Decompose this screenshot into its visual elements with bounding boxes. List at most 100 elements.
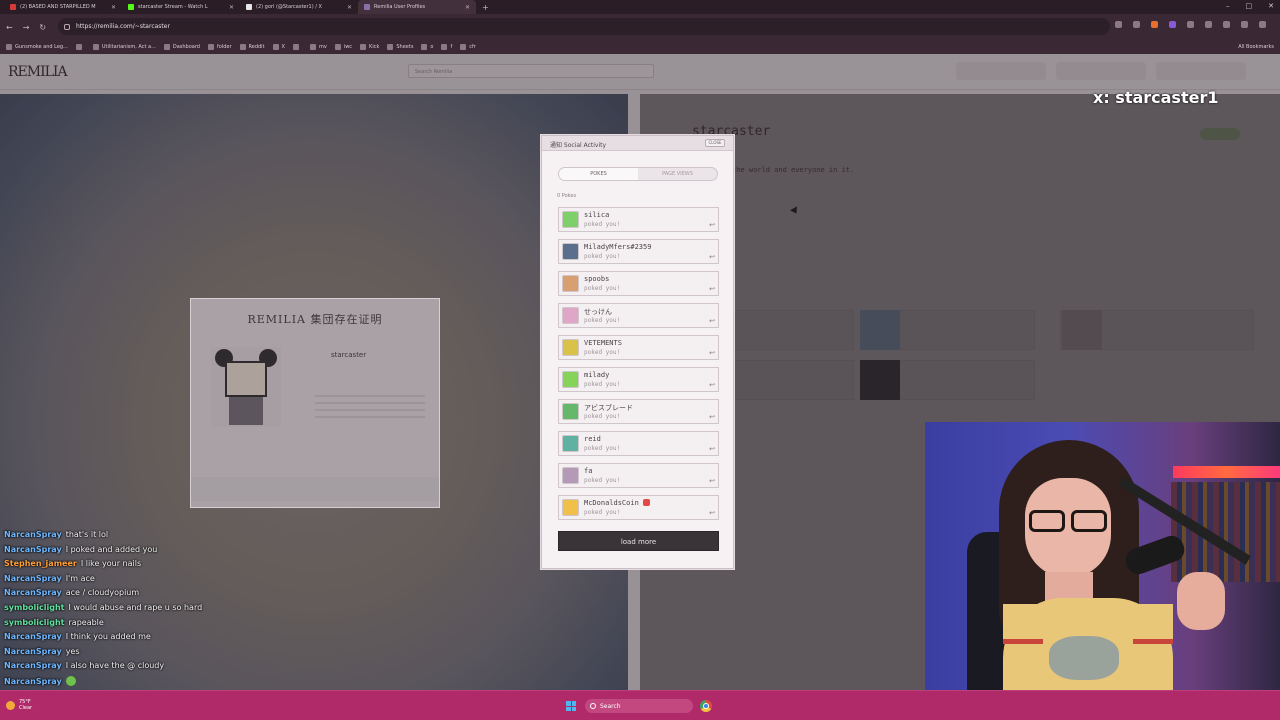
minimize-icon[interactable]: –: [1226, 2, 1230, 10]
poke-username[interactable]: アビスブレード: [584, 404, 633, 412]
download-icon[interactable]: [1223, 21, 1230, 28]
bookmark-item[interactable]: o: [421, 44, 433, 50]
bookmark-item[interactable]: cfr: [460, 44, 476, 50]
chat-username[interactable]: NarcanSpray: [4, 632, 62, 641]
chat-username[interactable]: symboliclight: [4, 618, 65, 627]
extension-icon[interactable]: [1169, 21, 1176, 28]
poke-item[interactable]: reid poked you! ↩: [558, 431, 719, 456]
extension-icon[interactable]: [1115, 21, 1122, 28]
bookmark-item[interactable]: [292, 44, 302, 50]
new-tab-button[interactable]: +: [482, 3, 489, 12]
tab-close-icon[interactable]: ✕: [347, 4, 352, 11]
tab-page-views[interactable]: PAGE VIEWS: [638, 168, 717, 180]
url-bar[interactable]: https://remilia.com/~starcaster: [58, 18, 1110, 35]
poke-username[interactable]: milady: [584, 371, 609, 379]
poke-back-icon[interactable]: ↩: [709, 445, 715, 453]
tab-close-icon[interactable]: ✕: [465, 4, 470, 11]
poke-item[interactable]: silica poked you! ↩: [558, 207, 719, 232]
bookmark-item[interactable]: f: [441, 44, 452, 50]
tab-close-icon[interactable]: ✕: [111, 4, 116, 11]
poke-item[interactable]: milady poked you! ↩: [558, 367, 719, 392]
reload-icon[interactable]: ↻: [39, 23, 46, 32]
user-avatar[interactable]: [562, 275, 579, 292]
close-window-icon[interactable]: ✕: [1268, 2, 1274, 10]
tab-pokes[interactable]: POKES: [559, 168, 638, 180]
user-avatar[interactable]: [562, 371, 579, 388]
poke-username[interactable]: fa: [584, 467, 592, 475]
browser-tab[interactable]: starcaster Stream - Watch L ✕: [122, 0, 240, 14]
poke-back-icon[interactable]: ↩: [709, 253, 715, 261]
poke-item[interactable]: McDonaldsCoin poked you! ↩: [558, 495, 719, 520]
close-button[interactable]: CLOSE: [705, 139, 725, 147]
poke-username[interactable]: VETEMENTS: [584, 339, 622, 347]
chat-username[interactable]: Stephen_jameer: [4, 559, 77, 568]
maximize-icon[interactable]: □: [1246, 2, 1253, 10]
menu-icon[interactable]: [1259, 21, 1266, 28]
poke-username[interactable]: spoobs: [584, 275, 609, 283]
chrome-icon[interactable]: [700, 700, 712, 712]
chat-username[interactable]: NarcanSpray: [4, 530, 62, 539]
bookmark-item[interactable]: Reddit: [239, 44, 265, 50]
site-info-icon[interactable]: [64, 23, 70, 30]
puzzle-icon[interactable]: [1187, 21, 1194, 28]
poke-item[interactable]: spoobs poked you! ↩: [558, 271, 719, 296]
poke-username[interactable]: McDonaldsCoin: [584, 499, 639, 507]
poke-back-icon[interactable]: ↩: [709, 413, 715, 421]
poke-username[interactable]: せっけん: [584, 308, 612, 316]
bookmark-item[interactable]: Sheets: [387, 44, 413, 50]
bookmark-item[interactable]: folder: [207, 44, 232, 50]
bookmark-star-icon[interactable]: [1133, 21, 1140, 28]
chat-username[interactable]: NarcanSpray: [4, 588, 62, 597]
poke-item[interactable]: VETEMENTS poked you! ↩: [558, 335, 719, 360]
all-bookmarks[interactable]: All Bookmarks: [1238, 44, 1274, 50]
poke-back-icon[interactable]: ↩: [709, 477, 715, 485]
back-icon[interactable]: ←: [6, 23, 13, 32]
bookmark-item[interactable]: Utilitarianism, Act a...: [92, 44, 156, 50]
browser-tab[interactable]: Remilia User Profiles ✕: [358, 0, 476, 14]
user-avatar[interactable]: [562, 211, 579, 228]
chat-username[interactable]: NarcanSpray: [4, 677, 62, 686]
user-avatar[interactable]: [562, 403, 579, 420]
poke-back-icon[interactable]: ↩: [709, 381, 715, 389]
sidebar-icon[interactable]: [1205, 21, 1212, 28]
load-more-button[interactable]: load more: [558, 531, 719, 551]
browser-tab[interactable]: (2) gorl (@Starcaster1) / X ✕: [240, 0, 358, 14]
chat-username[interactable]: NarcanSpray: [4, 574, 62, 583]
bookmark-item[interactable]: X: [272, 44, 285, 50]
user-avatar[interactable]: [562, 435, 579, 452]
bookmark-item[interactable]: Kick: [360, 44, 379, 50]
user-avatar[interactable]: [562, 307, 579, 324]
bookmark-item[interactable]: mv: [309, 44, 327, 50]
chat-username[interactable]: NarcanSpray: [4, 647, 62, 656]
poke-item[interactable]: MiladyMfers#2359 poked you! ↩: [558, 239, 719, 264]
chat-username[interactable]: NarcanSpray: [4, 661, 62, 670]
poke-username[interactable]: MiladyMfers#2359: [584, 243, 651, 251]
taskbar-search[interactable]: Search: [585, 699, 693, 713]
poke-username[interactable]: silica: [584, 211, 609, 219]
poke-item[interactable]: アビスブレード poked you! ↩: [558, 399, 719, 424]
user-avatar[interactable]: [562, 243, 579, 260]
poke-username[interactable]: reid: [584, 435, 601, 443]
profile-icon[interactable]: [1241, 21, 1248, 28]
user-avatar[interactable]: [562, 499, 579, 516]
tab-close-icon[interactable]: ✕: [229, 4, 234, 11]
bookmark-item[interactable]: Dashboard: [163, 44, 200, 50]
brave-icon[interactable]: [1151, 21, 1158, 28]
user-avatar[interactable]: [562, 339, 579, 356]
bookmark-item[interactable]: Gunsmoke and Leg...: [6, 44, 68, 50]
poke-back-icon[interactable]: ↩: [709, 221, 715, 229]
forward-icon[interactable]: →: [23, 23, 30, 32]
poke-item[interactable]: fa poked you! ↩: [558, 463, 719, 488]
user-avatar[interactable]: [562, 467, 579, 484]
bookmark-item[interactable]: iwc: [334, 44, 352, 50]
chat-username[interactable]: NarcanSpray: [4, 545, 62, 554]
start-icon[interactable]: [566, 701, 576, 711]
chat-username[interactable]: symboliclight: [4, 603, 65, 612]
poke-back-icon[interactable]: ↩: [709, 285, 715, 293]
browser-tab[interactable]: (2) BASED AND STARPILLED M ✕: [4, 0, 122, 14]
bookmark-item[interactable]: [75, 44, 85, 50]
poke-back-icon[interactable]: ↩: [709, 509, 715, 517]
poke-item[interactable]: せっけん poked you! ↩: [558, 303, 719, 328]
poke-back-icon[interactable]: ↩: [709, 317, 715, 325]
poke-back-icon[interactable]: ↩: [709, 349, 715, 357]
